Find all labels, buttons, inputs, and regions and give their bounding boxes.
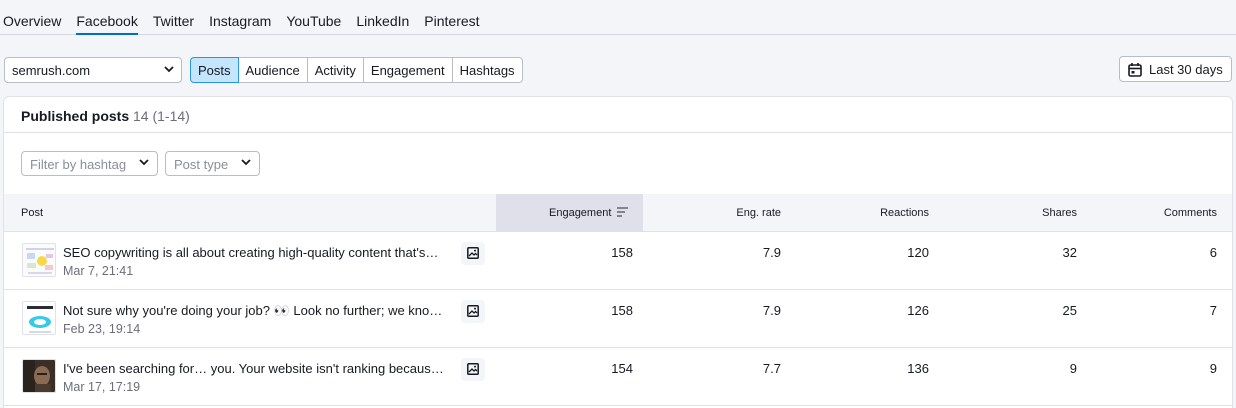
post-thumbnail-image [23,302,55,334]
post-thumbnail[interactable] [22,301,56,335]
reactions-value: 120 [907,245,929,260]
calendar-icon [1128,63,1142,77]
column-header-engagement-label: Engagement [549,207,612,219]
comments-value: 7 [1209,303,1217,318]
post-thumbnail[interactable] [22,243,56,277]
card-header: Published posts 14 (1-14) [4,97,1232,133]
published-posts-card: Published posts 14 (1-14) Filter by hash… [3,96,1233,408]
column-header-reactions[interactable]: Reactions [880,207,929,219]
shares-value: 32 [1062,245,1077,260]
date-range-button[interactable]: Last 30 days [1119,56,1232,82]
post-date: Mar 7, 21:41 [63,264,134,278]
view-tab-activity[interactable]: Activity [307,57,364,83]
post-type-filter[interactable]: Post type [165,151,260,176]
post-thumbnail-image [23,244,55,276]
view-tabs: Posts Audience Activity Engagement Hasht… [190,57,523,83]
domain-select[interactable]: semrush.com [4,57,182,83]
table-row: SEO copywriting is all about creating hi… [4,232,1232,290]
post-thumbnail-image [23,360,55,392]
post-text[interactable]: SEO copywriting is all about creating hi… [63,245,456,260]
sort-icon [617,207,629,217]
image-icon [461,358,485,381]
view-tab-audience[interactable]: Audience [238,57,308,83]
hashtag-filter-placeholder: Filter by hashtag [30,157,127,172]
post-type-placeholder: Post type [174,157,229,172]
posts-table: Post Engagement Eng. rate Reactions Shar… [4,194,1232,406]
post-thumbnail[interactable] [22,359,56,393]
column-header-engagement[interactable]: Engagement [549,207,629,219]
date-range-label: Last 30 days [1149,62,1223,77]
view-tab-posts[interactable]: Posts [190,57,239,83]
post-text[interactable]: I've been searching for… you. Your websi… [63,361,456,376]
column-header-eng-rate[interactable]: Eng. rate [736,207,781,219]
comments-value: 9 [1209,361,1217,376]
column-header-shares[interactable]: Shares [1042,207,1077,219]
toolbar: semrush.com Posts Audience Activity Enga… [0,56,1236,84]
filters-bar: Filter by hashtag Post type [21,151,267,177]
eng-rate-value: 7.9 [762,303,781,318]
column-header-post: Post [21,207,44,219]
engagement-value: 154 [611,361,633,376]
card-title: Published posts [21,108,130,124]
hashtag-filter[interactable]: Filter by hashtag [21,151,158,176]
reactions-value: 136 [907,361,929,376]
post-text[interactable]: Not sure why you're doing your job? 👀 Lo… [63,303,456,319]
domain-select-value: semrush.com [12,63,91,78]
engagement-value: 158 [611,245,633,260]
table-header: Post Engagement Eng. rate Reactions Shar… [4,194,1232,232]
eng-rate-value: 7.7 [762,361,781,376]
column-header-comments[interactable]: Comments [1164,207,1217,219]
tab-overview[interactable]: Overview [3,0,61,35]
post-date: Feb 23, 19:14 [63,322,141,336]
post-date: Mar 17, 17:19 [63,380,141,394]
chevron-down-icon [241,159,251,166]
shares-value: 9 [1069,361,1077,376]
tab-pinterest[interactable]: Pinterest [424,0,479,35]
image-icon [461,300,485,323]
eng-rate-value: 7.9 [762,245,781,260]
tab-twitter[interactable]: Twitter [153,0,194,35]
comments-value: 6 [1209,245,1217,260]
tab-linkedin[interactable]: LinkedIn [356,0,409,35]
engagement-value: 158 [611,303,633,318]
table-row: I've been searching for… you. Your websi… [4,348,1232,406]
tab-facebook[interactable]: Facebook [76,0,139,35]
view-tab-hashtags[interactable]: Hashtags [452,57,523,83]
view-tab-engagement[interactable]: Engagement [363,57,453,83]
reactions-value: 126 [907,303,929,318]
post-count: 14 (1-14) [133,108,190,124]
image-icon [461,242,485,265]
social-network-tabs: Overview Facebook Twitter Instagram YouT… [0,0,1236,35]
chevron-down-icon [139,159,149,166]
tab-youtube[interactable]: YouTube [286,0,341,35]
chevron-down-icon [164,66,174,73]
tab-instagram[interactable]: Instagram [209,0,271,35]
shares-value: 25 [1062,303,1077,318]
table-row: Not sure why you're doing your job? 👀 Lo… [4,290,1232,348]
